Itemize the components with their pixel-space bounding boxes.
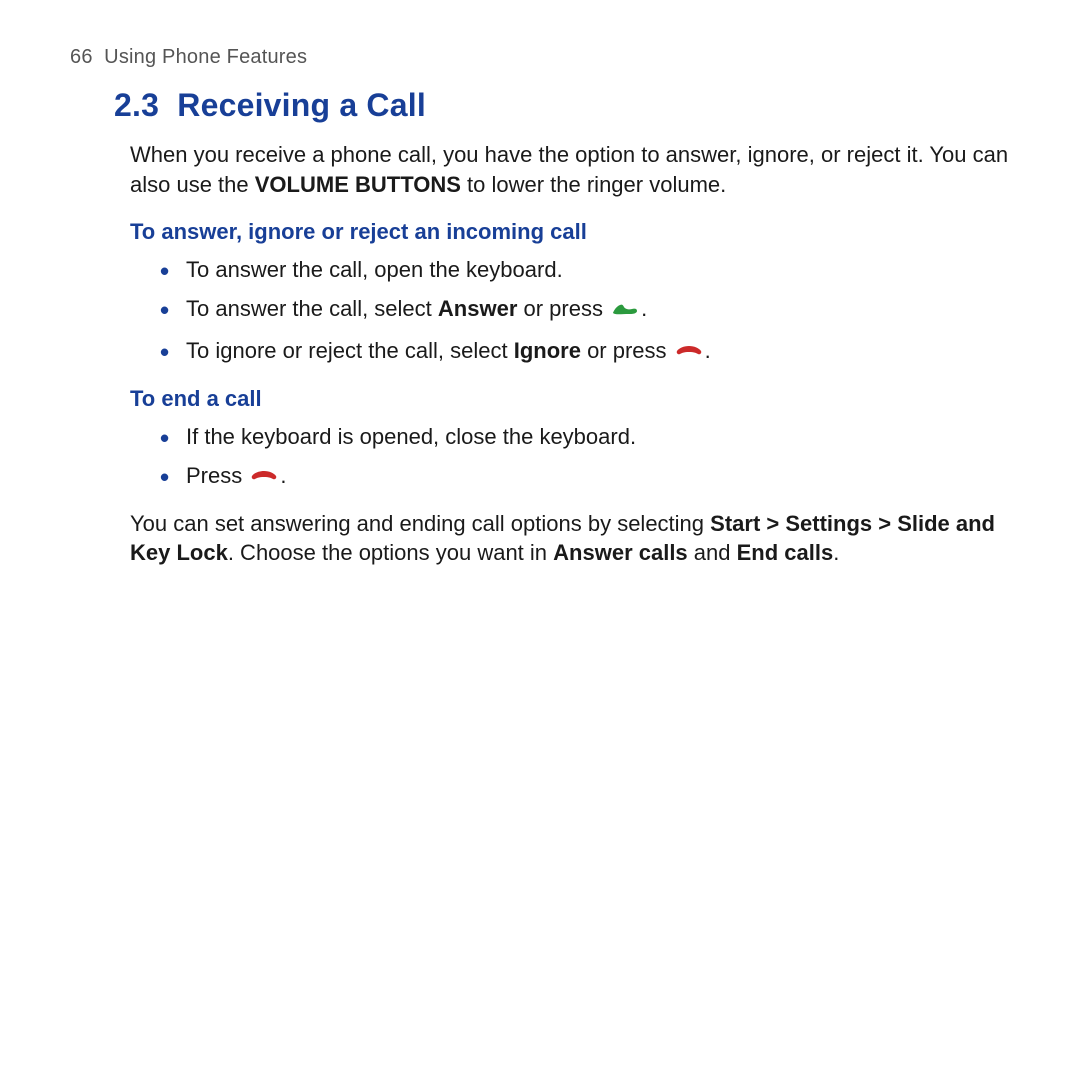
section-title: 2.3 Receiving a Call xyxy=(114,87,1010,124)
bullet-text: If the keyboard is opened, close the key… xyxy=(186,424,636,449)
manual-page: 66 Using Phone Features 2.3 Receiving a … xyxy=(0,0,1080,568)
footer-text: and xyxy=(688,540,737,565)
running-header: 66 Using Phone Features xyxy=(70,46,1010,69)
bullet-text: . xyxy=(280,463,286,488)
footer-paragraph: You can set answering and ending call op… xyxy=(130,509,1010,568)
list-item: To ignore or reject the call, select Ign… xyxy=(156,334,1010,370)
bullet-text: or press xyxy=(581,338,673,363)
answer-calls-label: Answer calls xyxy=(553,540,688,565)
bullet-list-answer: To answer the call, open the keyboard. T… xyxy=(156,253,1010,370)
bullet-text: . xyxy=(641,296,647,321)
bullet-text: . xyxy=(705,338,711,363)
bullet-text: To ignore or reject the call, select xyxy=(186,338,514,363)
chapter-name: Using Phone Features xyxy=(104,46,307,68)
end-calls-label: End calls xyxy=(737,540,834,565)
body-content: When you receive a phone call, you have … xyxy=(130,140,1010,568)
bullet-text: or press xyxy=(517,296,609,321)
bullet-text: To answer the call, select xyxy=(186,296,438,321)
end-key-icon xyxy=(674,337,704,370)
section-number: 2.3 xyxy=(114,87,159,123)
footer-text: . Choose the options you want in xyxy=(228,540,553,565)
intro-paragraph: When you receive a phone call, you have … xyxy=(130,140,1010,199)
talk-key-icon xyxy=(610,295,640,328)
list-item: Press . xyxy=(156,459,1010,495)
subheading-end-call: To end a call xyxy=(130,384,1010,414)
footer-text: You can set answering and ending call op… xyxy=(130,511,710,536)
volume-buttons-label: VOLUME BUTTONS xyxy=(255,172,461,197)
intro-text-tail: to lower the ringer volume. xyxy=(461,172,726,197)
list-item: If the keyboard is opened, close the key… xyxy=(156,420,1010,453)
footer-text: . xyxy=(833,540,839,565)
section-name: Receiving a Call xyxy=(177,87,426,123)
bullet-list-end: If the keyboard is opened, close the key… xyxy=(156,420,1010,495)
ignore-label: Ignore xyxy=(514,338,581,363)
bullet-text: To answer the call, open the keyboard. xyxy=(186,257,563,282)
end-key-icon xyxy=(249,462,279,495)
page-number: 66 xyxy=(70,46,93,68)
bullet-text: Press xyxy=(186,463,248,488)
list-item: To answer the call, open the keyboard. xyxy=(156,253,1010,286)
subheading-answer-ignore-reject: To answer, ignore or reject an incoming … xyxy=(130,217,1010,247)
answer-label: Answer xyxy=(438,296,517,321)
list-item: To answer the call, select Answer or pre… xyxy=(156,292,1010,328)
